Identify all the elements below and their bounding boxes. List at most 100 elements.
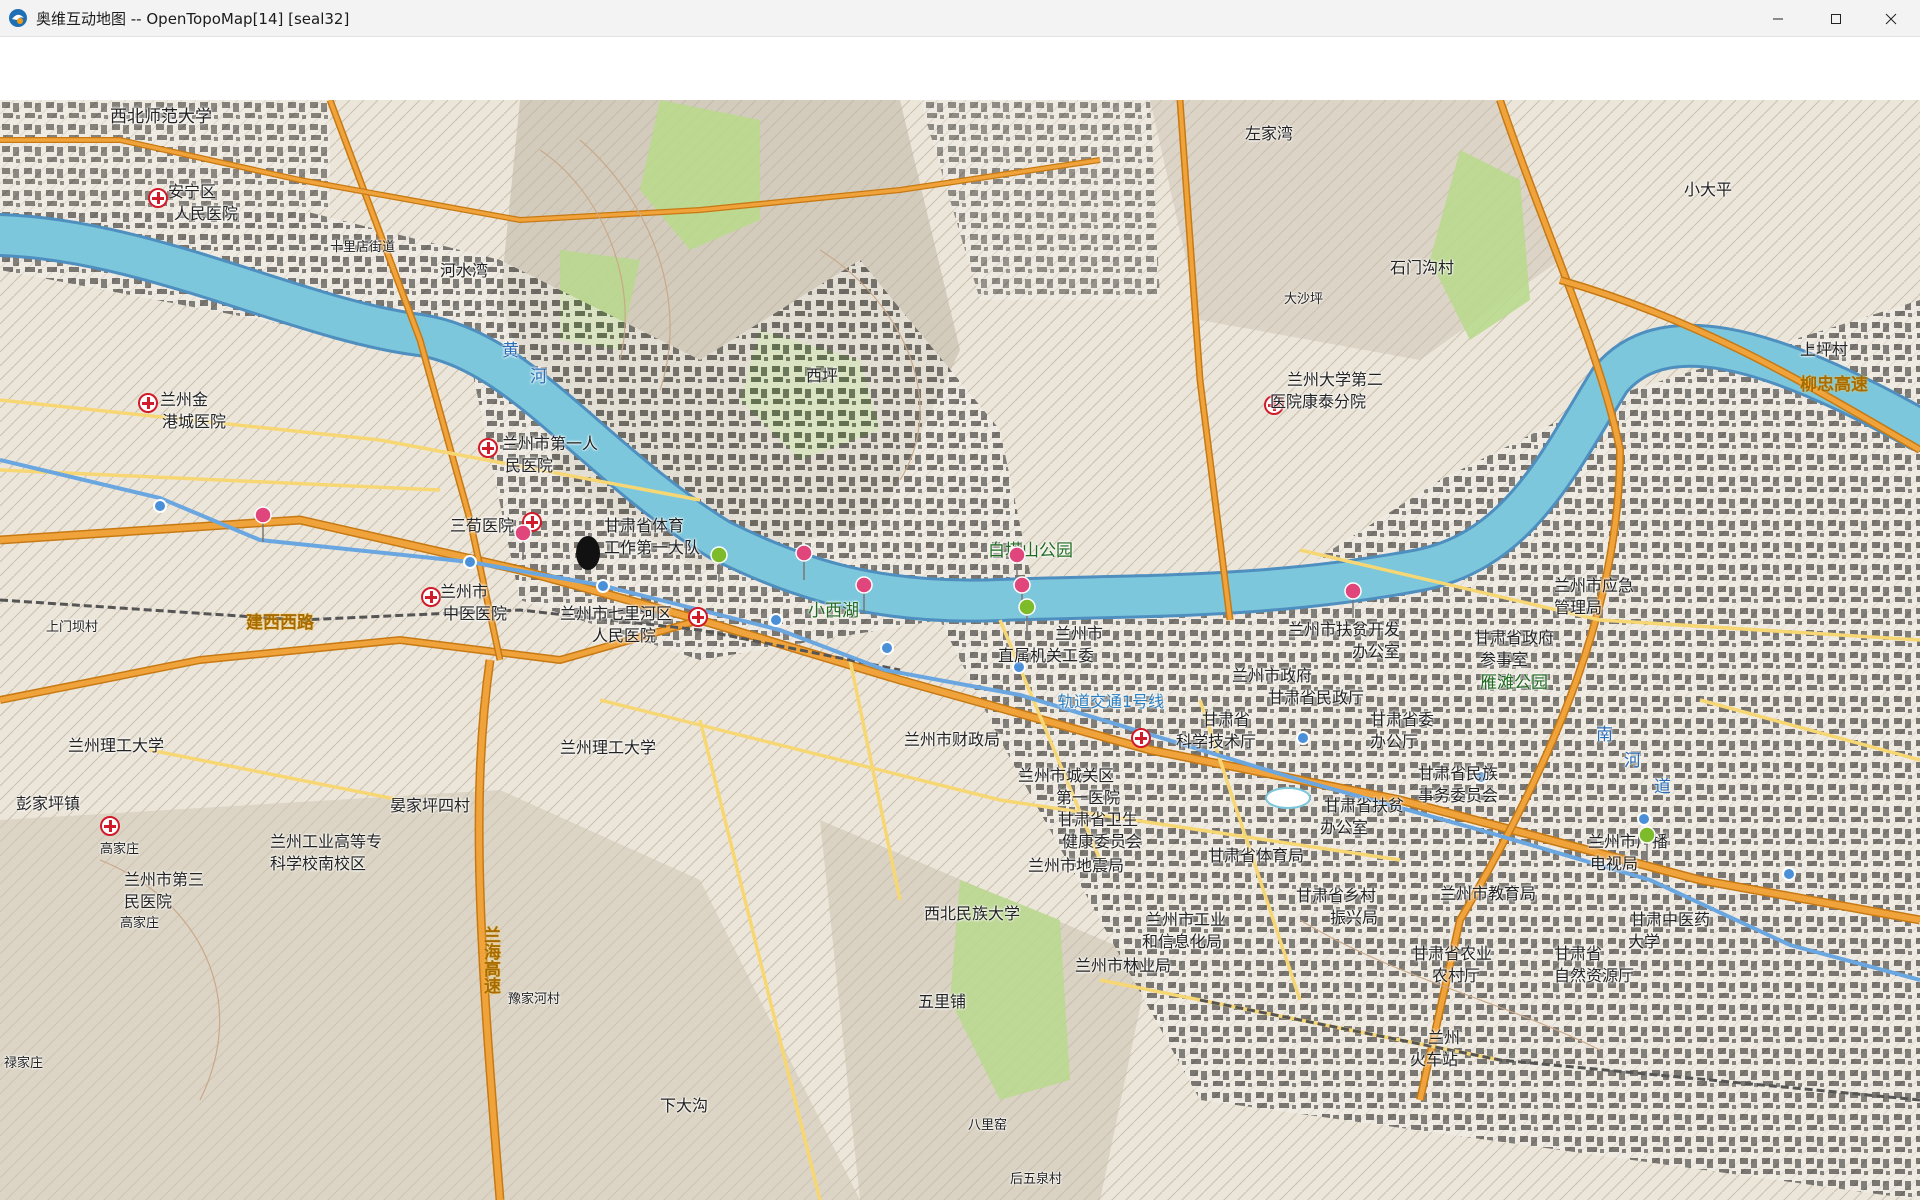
pin-10[interactable] [1636, 826, 1658, 862]
map-label: 兰州市政府 [1232, 666, 1313, 685]
map-label: 兰州市应急 [1554, 576, 1635, 595]
map-label: 办公室 [1320, 818, 1369, 837]
map-label: 兰州市城关区 [1018, 766, 1115, 785]
map-label: 人民医院 [174, 204, 239, 223]
map-label: 三荀医院 [450, 516, 515, 535]
map-label: 参事室 [1480, 650, 1529, 669]
map-label: 左家湾 [1245, 124, 1294, 143]
map-label: 上坪村 [1800, 340, 1849, 359]
map-label: 和信息化局 [1142, 932, 1223, 951]
close-icon [1885, 13, 1897, 24]
map-label: 白塔山公园 [988, 541, 1073, 561]
maximize-button[interactable] [1807, 0, 1865, 37]
map-label: 高家庄 [120, 916, 160, 931]
map-label: 自然资源厅 [1554, 966, 1635, 985]
metro-station[interactable] [1782, 867, 1796, 881]
minimize-icon [1773, 18, 1783, 19]
map-label: 小西湖 [808, 601, 859, 621]
map-label: 河 [530, 367, 547, 387]
metro-station[interactable] [1637, 812, 1651, 826]
map-label: 甘肃中医药 [1630, 910, 1711, 929]
map-label: 高家庄 [100, 842, 140, 857]
map-label: 晏家坪四村 [390, 796, 471, 815]
map-label: 火车站 [1410, 1050, 1459, 1069]
map-label: 兰州市林业局 [1075, 956, 1172, 975]
map-label: 事务委员会 [1418, 786, 1499, 805]
map-label: 电视局 [1590, 854, 1639, 873]
map-label: 甘肃省农业 [1412, 944, 1493, 963]
hospital-icon [421, 587, 441, 607]
pin-2[interactable] [512, 524, 534, 560]
map-label: 甘肃省卫生 [1058, 810, 1139, 829]
metro-station[interactable] [769, 613, 783, 627]
map-label: 医院康泰分院 [1270, 392, 1367, 411]
map-label: 甘肃省委 [1370, 710, 1435, 729]
minimize-button[interactable] [1749, 0, 1807, 37]
map-view[interactable]: 西北师范大学 安宁区 人民医院 十里店街道 河水湾 黄 河 兰州金 港城医院 兰… [0, 100, 1920, 1200]
hospital-icon [148, 188, 168, 208]
map-label: 甘肃省政府 [1474, 628, 1555, 647]
metro-station[interactable] [1296, 731, 1310, 745]
maximize-icon [1831, 13, 1841, 24]
pin-9[interactable] [1342, 582, 1364, 618]
map-label: 第一医院 [1056, 788, 1121, 807]
map-label: 建西西路 [246, 613, 314, 633]
pin-8[interactable] [1016, 598, 1038, 634]
map-label: 河 [1624, 751, 1641, 771]
map-label: 兰州市扶贫开发 [1288, 620, 1401, 639]
window-titlebar: 奥维互动地图 -- OpenTopoMap[14] [seal32] [0, 0, 1920, 37]
map-label: 大学 [1628, 932, 1661, 951]
map-label: 西坪 [806, 366, 839, 385]
map-label: 彭家坪镇 [16, 794, 81, 813]
map-label: 柳忠高速 [1800, 375, 1868, 395]
map-label: 科学校南校区 [270, 854, 367, 873]
map-label: 甘肃省民政厅 [1268, 688, 1365, 707]
metro-station[interactable] [153, 499, 167, 513]
map-label: 兰州工业高等专 [270, 832, 383, 851]
map-label: 兰州市七里河区 [560, 604, 673, 623]
map-label: 禄家庄 [4, 1056, 44, 1071]
map-label: 甘肃省扶贫 [1324, 796, 1405, 815]
pin-3[interactable] [708, 546, 730, 582]
metro-station[interactable] [596, 579, 610, 593]
map-label: 后五泉村 [1010, 1172, 1063, 1187]
window-title: 奥维互动地图 -- OpenTopoMap[14] [seal32] [36, 9, 350, 28]
map-label: 安宁区 [168, 182, 217, 201]
map-label: 轨道交通1号线 [1058, 692, 1165, 711]
map-label: 甘肃省 [1202, 710, 1251, 729]
hospital-icon [688, 607, 708, 627]
map-label: 兰州市财政局 [904, 730, 1001, 749]
map-label: 兰州市教育局 [1440, 884, 1537, 903]
map-label: 工作第一大队 [604, 538, 701, 557]
map-label: 西北民族大学 [924, 904, 1021, 923]
toolbar-area [0, 37, 1920, 100]
map-label: 兰州理工大学 [68, 736, 165, 755]
map-label: 直属机关工委 [998, 646, 1095, 665]
map-label: 石门沟村 [1390, 258, 1455, 277]
map-label: 甘肃省乡村 [1296, 886, 1377, 905]
pin-4[interactable] [793, 544, 815, 580]
map-label: 五里铺 [918, 992, 967, 1011]
pin-5[interactable] [853, 576, 875, 612]
map-label: 道 [1654, 777, 1671, 797]
map-label: 八里窑 [968, 1118, 1008, 1133]
map-label: 雁滩公园 [1480, 673, 1548, 693]
map-label: 西北师范大学 [110, 107, 212, 127]
map-label: 兰州市工业 [1146, 910, 1227, 929]
map-label: 兰州理工大学 [560, 738, 657, 757]
map-label: 办公室 [1352, 642, 1401, 661]
map-label: 甘肃省体育局 [1208, 846, 1305, 865]
map-label: 兰州大学第二 [1287, 370, 1384, 389]
metro-station[interactable] [463, 555, 477, 569]
metro-station[interactable] [880, 641, 894, 655]
app-logo-icon [9, 9, 27, 27]
map-label: 南 [1596, 725, 1613, 745]
map-label: 甘肃省体育 [604, 516, 685, 535]
map-label: 中医医院 [443, 604, 508, 623]
map-label: 下大沟 [660, 1096, 709, 1115]
close-button[interactable] [1862, 0, 1920, 37]
pin-1[interactable] [252, 506, 274, 542]
map-label: 黄 [502, 341, 519, 361]
map-label: 振兴局 [1330, 908, 1379, 927]
map-label: 大沙坪 [1284, 292, 1324, 307]
